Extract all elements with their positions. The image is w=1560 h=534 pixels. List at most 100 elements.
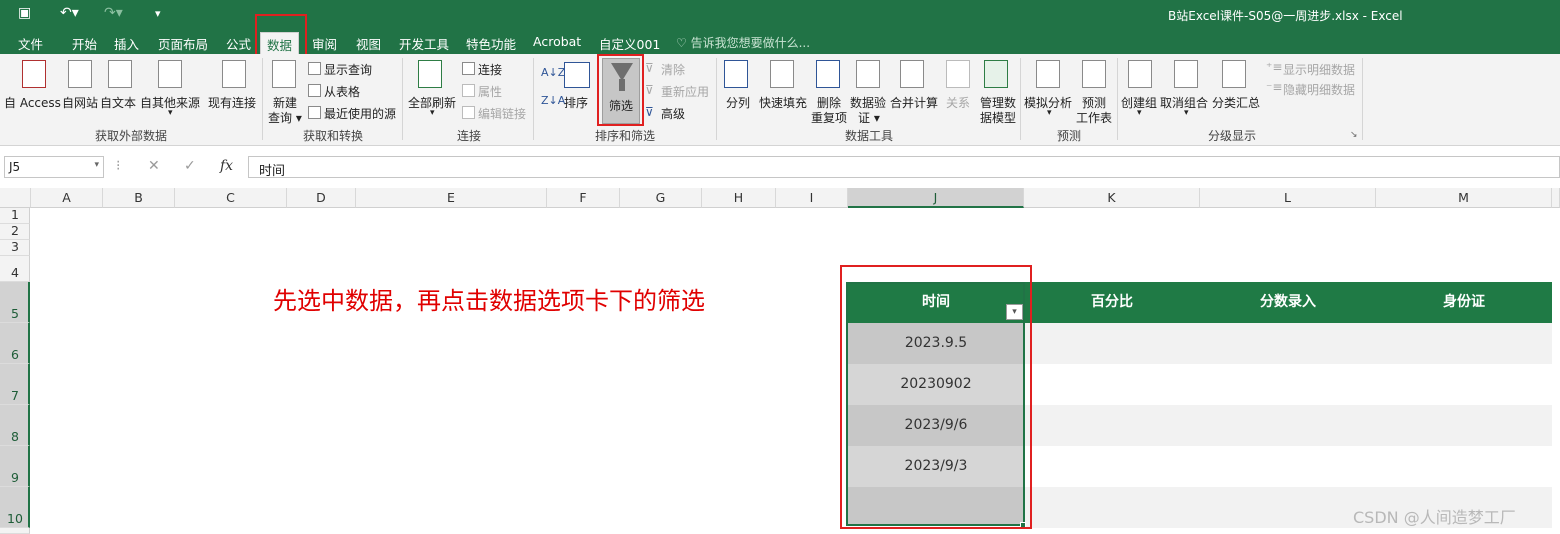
- advanced-filter-button[interactable]: 高级: [661, 105, 685, 122]
- table-row[interactable]: [1024, 446, 1552, 487]
- row-header-2[interactable]: 2: [0, 223, 30, 240]
- more-options-icon: ⁝: [116, 158, 121, 174]
- formula-input[interactable]: 时间: [248, 156, 1560, 179]
- header-cell-score-entry[interactable]: 分数录入: [1200, 282, 1376, 323]
- tab-page-layout[interactable]: 页面布局: [158, 34, 208, 53]
- tab-special-features[interactable]: 特色功能: [466, 34, 516, 53]
- data-validation-icon: [856, 60, 880, 88]
- column-header-a[interactable]: A: [31, 188, 103, 208]
- recent-sources-icon: [308, 106, 321, 119]
- sort-za-icon[interactable]: Z↓A: [541, 94, 565, 107]
- customize-icon[interactable]: ▾: [155, 7, 161, 20]
- tab-insert[interactable]: 插入: [114, 34, 139, 53]
- recent-sources-button[interactable]: 最近使用的源: [324, 105, 396, 122]
- column-header-m[interactable]: M: [1376, 188, 1552, 208]
- filter-button-highlight: [597, 54, 644, 126]
- properties-button[interactable]: 属性: [478, 83, 502, 100]
- text-to-columns-button[interactable]: 分列: [726, 94, 750, 111]
- forecast-sheet-icon: [1082, 60, 1106, 88]
- enter-icon[interactable]: ✓: [184, 158, 196, 174]
- column-header-h[interactable]: H: [702, 188, 776, 208]
- tab-custom001[interactable]: 自定义001: [599, 34, 660, 53]
- table-row[interactable]: [1024, 364, 1552, 405]
- insert-function-icon[interactable]: fx: [220, 158, 233, 174]
- column-header-i[interactable]: I: [776, 188, 848, 208]
- column-header-n[interactable]: [1552, 188, 1560, 208]
- column-header-g[interactable]: G: [620, 188, 702, 208]
- show-queries-button[interactable]: 显示查询: [324, 61, 372, 78]
- column-header-j[interactable]: J: [848, 188, 1024, 208]
- relationships-button[interactable]: 关系: [946, 94, 970, 111]
- column-header-e[interactable]: E: [356, 188, 547, 208]
- hide-detail-button[interactable]: 隐藏明细数据: [1283, 81, 1355, 98]
- existing-connections-button[interactable]: 现有连接: [208, 94, 256, 111]
- flash-fill-button[interactable]: 快速填充: [759, 94, 807, 111]
- from-table-button[interactable]: 从表格: [324, 83, 360, 100]
- column-header-l[interactable]: L: [1200, 188, 1376, 208]
- row-number: 10: [7, 511, 23, 526]
- name-box-dropdown-icon[interactable]: ▾: [94, 160, 99, 170]
- table-row[interactable]: [1024, 323, 1552, 364]
- connections-button[interactable]: 连接: [478, 61, 502, 78]
- tab-home[interactable]: 开始: [72, 34, 97, 53]
- edit-links-button[interactable]: 编辑链接: [478, 105, 526, 122]
- show-detail-button[interactable]: 显示明细数据: [1283, 61, 1355, 78]
- tab-developer[interactable]: 开发工具: [399, 34, 449, 53]
- from-table-icon: [308, 84, 321, 97]
- edit-links-icon: [462, 106, 475, 119]
- tab-view[interactable]: 视图: [356, 34, 381, 53]
- tab-formulas[interactable]: 公式: [226, 34, 251, 53]
- tell-me-box[interactable]: ♡ 告诉我您想要做什么...: [676, 34, 810, 51]
- data-validation-dropdown[interactable]: 证 ▾: [858, 109, 880, 126]
- table-row[interactable]: [1024, 405, 1552, 446]
- redo-icon[interactable]: ↷▾: [104, 5, 123, 21]
- row-number: 6: [11, 347, 19, 362]
- row-header-4[interactable]: 4: [0, 256, 30, 282]
- row-header-1[interactable]: 1: [0, 207, 30, 224]
- sort-dialog-icon: [564, 62, 590, 88]
- row-header-9[interactable]: 9: [0, 446, 30, 487]
- dialog-launcher-icon[interactable]: ↘: [1350, 130, 1358, 140]
- select-all-corner[interactable]: [0, 188, 31, 208]
- show-queries-icon: [308, 62, 321, 75]
- tab-review[interactable]: 审阅: [312, 34, 337, 53]
- row-header-6[interactable]: 6: [0, 323, 30, 364]
- ungroup-chevron-icon: ▾: [1184, 108, 1189, 118]
- column-header-k[interactable]: K: [1024, 188, 1200, 208]
- from-web-button[interactable]: 自网站: [62, 94, 98, 111]
- column-header-d[interactable]: D: [287, 188, 356, 208]
- row-header-11[interactable]: [0, 528, 30, 534]
- undo-icon[interactable]: ↶▾: [60, 5, 79, 21]
- from-text-button[interactable]: 自文本: [100, 94, 136, 111]
- subtotal-button[interactable]: 分类汇总: [1212, 94, 1260, 111]
- column-header-f[interactable]: F: [547, 188, 620, 208]
- row-header-8[interactable]: 8: [0, 405, 30, 446]
- formula-bar: J5 ▾ ⁝ ✕ ✓ fx 时间: [0, 146, 1560, 188]
- sort-button[interactable]: 排序: [564, 94, 588, 111]
- save-icon[interactable]: ▣: [18, 5, 31, 21]
- name-box[interactable]: J5 ▾: [4, 156, 104, 178]
- sort-az-icon[interactable]: A↓Z: [541, 66, 565, 79]
- ribbon: 自 Access 自网站 自文本 自其他来源 ▾ 现有连接 获取外部数据 新建 …: [0, 54, 1560, 146]
- clear-filter-button[interactable]: 清除: [661, 61, 685, 78]
- web-icon: [68, 60, 92, 88]
- new-query-dropdown[interactable]: 查询 ▾: [268, 109, 302, 126]
- tab-acrobat[interactable]: Acrobat: [533, 34, 581, 49]
- row-header-10[interactable]: 10: [0, 487, 30, 528]
- group-label-get-transform: 获取和转换: [303, 129, 364, 143]
- data-tab-highlight: [255, 14, 307, 58]
- consolidate-button[interactable]: 合并计算: [890, 94, 938, 111]
- header-cell-id-card[interactable]: 身份证: [1376, 282, 1552, 323]
- tab-file[interactable]: 文件: [18, 34, 43, 53]
- column-header-b[interactable]: B: [103, 188, 175, 208]
- cancel-icon[interactable]: ✕: [148, 158, 160, 174]
- from-access-button[interactable]: 自 Access: [4, 94, 61, 111]
- row-header-5[interactable]: 5: [0, 282, 30, 323]
- reapply-button[interactable]: 重新应用: [661, 83, 709, 100]
- row-header-7[interactable]: 7: [0, 364, 30, 405]
- header-cell-percentage[interactable]: 百分比: [1024, 282, 1200, 323]
- column-header-c[interactable]: C: [175, 188, 287, 208]
- row-header-3[interactable]: 3: [0, 239, 30, 256]
- connections-icon: [462, 62, 475, 75]
- clear-filter-icon: ⊽: [645, 61, 654, 75]
